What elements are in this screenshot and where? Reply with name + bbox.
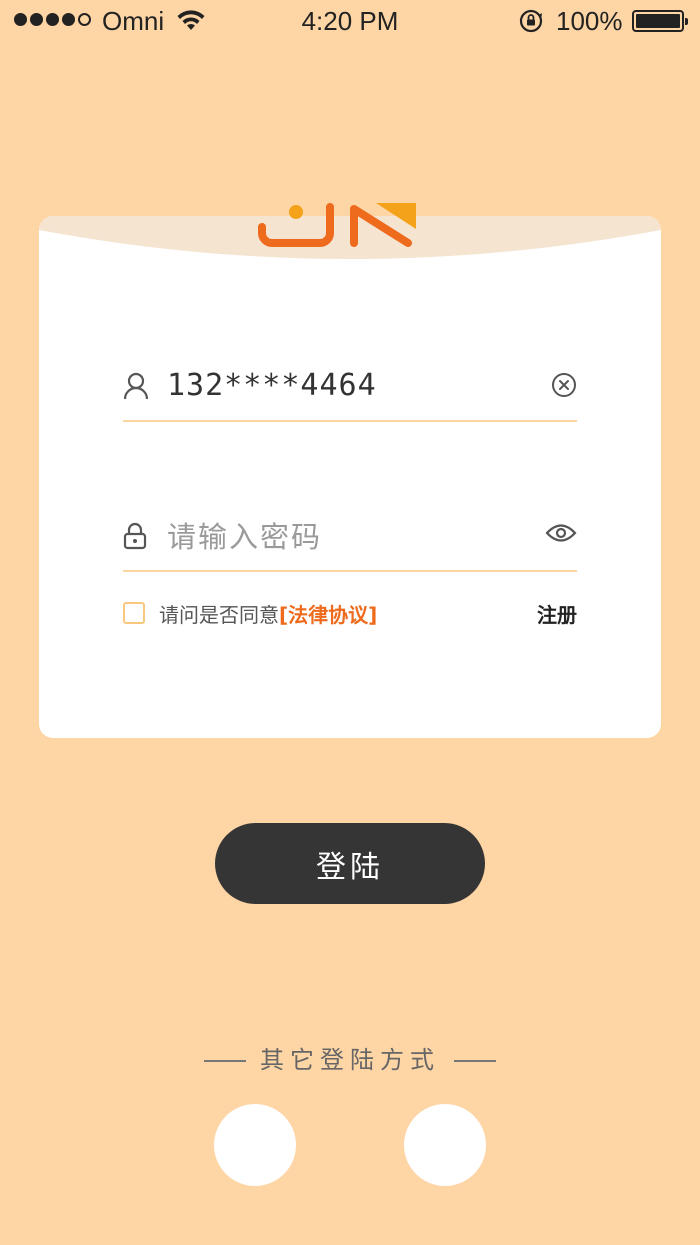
battery-percent: 100% xyxy=(556,6,623,36)
register-link[interactable]: 注册 xyxy=(537,599,577,628)
user-icon xyxy=(123,372,149,400)
social-login-button[interactable] xyxy=(404,1104,486,1186)
eye-icon[interactable] xyxy=(545,522,577,544)
brand-logo-icon xyxy=(258,203,416,247)
username-field: 132****4464 xyxy=(123,362,577,422)
status-bar: Omni 4:20 PM 100% xyxy=(0,0,700,42)
username-input[interactable]: 132****4464 xyxy=(167,368,377,403)
password-field: 请输入密码 xyxy=(123,512,577,572)
login-screen: Omni 4:20 PM 100% 132****4464 请输入密码 请问是否… xyxy=(0,0,700,1245)
login-button[interactable]: 登陆 xyxy=(215,823,485,904)
agreement-text: 请问是否同意[法律协议] xyxy=(159,603,378,627)
other-login-label: 其它登陆方式 xyxy=(0,1040,700,1075)
divider-line xyxy=(204,1060,246,1062)
divider-line xyxy=(454,1060,496,1062)
clear-icon[interactable] xyxy=(551,372,577,398)
login-card xyxy=(39,216,661,738)
lock-icon xyxy=(123,522,147,550)
orientation-lock-icon xyxy=(519,9,543,33)
agreement-checkbox[interactable] xyxy=(123,602,145,624)
agreement-row: 请问是否同意[法律协议] 注册 xyxy=(123,598,577,630)
legal-agreement-link[interactable]: [法律协议] xyxy=(279,603,377,627)
password-input[interactable]: 请输入密码 xyxy=(167,514,322,556)
battery-icon xyxy=(632,10,688,32)
social-login-button[interactable] xyxy=(214,1104,296,1186)
